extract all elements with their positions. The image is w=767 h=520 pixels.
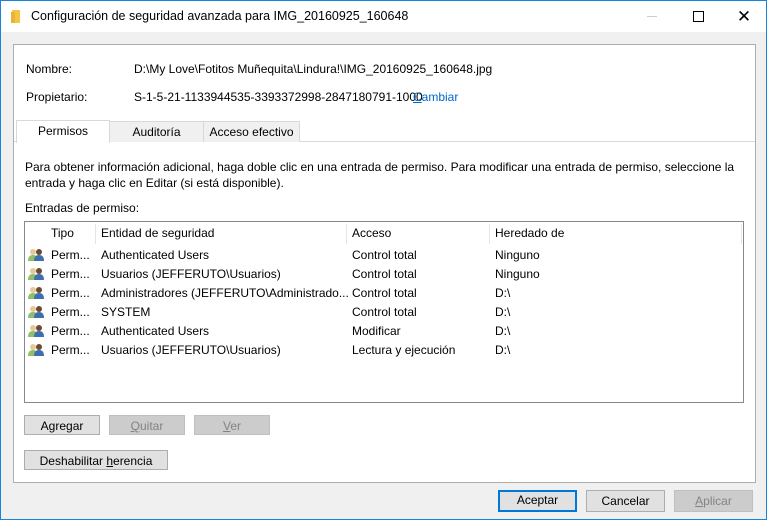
btn-accel: A bbox=[695, 494, 704, 508]
table-row[interactable]: Perm... Usuarios (JEFFERUTO\Usuarios) Cont… bbox=[25, 265, 743, 284]
tab-label: Auditoría bbox=[132, 125, 181, 139]
close-icon: ✕ bbox=[736, 6, 752, 26]
name-label: Nombre: bbox=[26, 62, 73, 76]
maximize-button[interactable] bbox=[675, 1, 721, 32]
add-button[interactable]: Agregar bbox=[24, 415, 100, 435]
window-title: Configuración de seguridad avanzada para… bbox=[31, 9, 409, 23]
users-icon bbox=[28, 267, 44, 281]
table-row[interactable]: Perm... Administradores (JEFFERUTO\Admini… bbox=[25, 284, 743, 303]
column-divider[interactable] bbox=[95, 224, 96, 244]
cell-type: Perm... bbox=[51, 343, 90, 357]
table-row[interactable]: Perm... Authenticated Users Modificar D:\ bbox=[25, 322, 743, 341]
column-divider[interactable] bbox=[741, 224, 742, 244]
tab-label: Permisos bbox=[37, 124, 88, 138]
btn-accel: Q bbox=[130, 419, 140, 433]
cell-access: Lectura y ejecución bbox=[352, 343, 456, 357]
btn-text: uitar bbox=[140, 419, 164, 433]
btn-text: A bbox=[40, 419, 49, 433]
cell-principal: Authenticated Users bbox=[101, 324, 210, 338]
cell-inherited: D:\ bbox=[495, 324, 511, 338]
ok-button[interactable]: Aceptar bbox=[498, 490, 577, 512]
column-header-type[interactable]: Tipo bbox=[51, 222, 74, 244]
view-button[interactable]: Ver bbox=[194, 415, 270, 435]
users-icon bbox=[28, 343, 44, 357]
tab-permisos[interactable]: Permisos bbox=[16, 120, 110, 143]
table-row[interactable]: Perm... Usuarios (JEFFERUTO\Usuarios) Lect… bbox=[25, 341, 743, 360]
users-icon bbox=[28, 324, 44, 338]
table-row[interactable]: Perm... SYSTEM Control total D:\ bbox=[25, 303, 743, 322]
owner-value: S-1-5-21-1133944535-3393372998-284718079… bbox=[134, 90, 423, 104]
advanced-security-dialog: Configuración de seguridad avanzada para… bbox=[0, 0, 767, 520]
column-divider[interactable] bbox=[489, 224, 490, 244]
btn-text: er bbox=[230, 419, 241, 433]
cell-access: Modificar bbox=[352, 324, 401, 338]
cell-access: Control total bbox=[352, 267, 417, 281]
cell-inherited: Ninguno bbox=[495, 267, 540, 281]
apply-button[interactable]: Aplicar bbox=[674, 490, 753, 512]
cell-inherited: Ninguno bbox=[495, 248, 540, 262]
change-owner-link[interactable]: Cambiar bbox=[413, 90, 458, 104]
cell-access: Control total bbox=[352, 248, 417, 262]
entries-label: Entradas de permiso: bbox=[25, 201, 140, 215]
tab-acceso-efectivo[interactable]: Acceso efectivo bbox=[203, 121, 300, 142]
change-link-text: ambiar bbox=[421, 90, 459, 104]
tab-auditoria[interactable]: Auditoría bbox=[109, 121, 204, 142]
column-header-inherited[interactable]: Heredado de bbox=[495, 222, 564, 244]
btn-text: Deshabilitar bbox=[39, 454, 107, 468]
column-divider[interactable] bbox=[346, 224, 347, 244]
cell-type: Perm... bbox=[51, 324, 90, 338]
cell-principal: Administradores (JEFFERUTO\Administrado.… bbox=[101, 286, 349, 300]
btn-text: regar bbox=[55, 419, 84, 433]
owner-label: Propietario: bbox=[26, 90, 88, 104]
btn-text: plicar bbox=[703, 494, 732, 508]
cell-inherited: D:\ bbox=[495, 305, 511, 319]
cell-principal: SYSTEM bbox=[101, 305, 151, 319]
cell-principal: Usuarios (JEFFERUTO\Usuarios) bbox=[101, 267, 281, 281]
minimize-icon bbox=[647, 16, 657, 17]
change-link-accel: C bbox=[413, 90, 422, 104]
tab-label: Acceso efectivo bbox=[209, 125, 294, 139]
cell-type: Perm... bbox=[51, 305, 90, 319]
minimize-button[interactable] bbox=[629, 1, 675, 32]
table-row[interactable]: Perm... Authenticated Users Control total N… bbox=[25, 246, 743, 265]
remove-button[interactable]: Quitar bbox=[109, 415, 185, 435]
folder-icon bbox=[11, 10, 20, 23]
close-button[interactable]: ✕ bbox=[721, 1, 767, 32]
title-bar: Configuración de seguridad avanzada para… bbox=[1, 1, 766, 32]
cell-principal: Usuarios (JEFFERUTO\Usuarios) bbox=[101, 343, 281, 357]
users-icon bbox=[28, 286, 44, 300]
cancel-button[interactable]: Cancelar bbox=[586, 490, 665, 512]
instructions-text: Para obtener información adicional, haga… bbox=[25, 160, 735, 190]
main-panel: Nombre: D:\My Love\Fotitos Muñequita\Lin… bbox=[13, 44, 756, 483]
permission-entries-list[interactable]: Tipo Entidad de seguridad Acceso Heredad… bbox=[24, 221, 744, 403]
disable-inheritance-button[interactable]: Deshabilitar herencia bbox=[24, 450, 168, 470]
cell-type: Perm... bbox=[51, 267, 90, 281]
name-value: D:\My Love\Fotitos Muñequita\Lindura!\IM… bbox=[134, 62, 493, 76]
column-header-principal[interactable]: Entidad de seguridad bbox=[101, 222, 214, 244]
users-icon bbox=[28, 305, 44, 319]
cell-access: Control total bbox=[352, 286, 417, 300]
users-icon bbox=[28, 248, 44, 262]
btn-text: erencia bbox=[113, 454, 153, 468]
maximize-icon bbox=[692, 11, 704, 22]
cell-access: Control total bbox=[352, 305, 417, 319]
cell-inherited: D:\ bbox=[495, 286, 511, 300]
cell-principal: Authenticated Users bbox=[101, 248, 210, 262]
cell-type: Perm... bbox=[51, 248, 90, 262]
cell-inherited: D:\ bbox=[495, 343, 511, 357]
cell-type: Perm... bbox=[51, 286, 90, 300]
column-header-access[interactable]: Acceso bbox=[352, 222, 391, 244]
btn-accel: h bbox=[106, 454, 114, 468]
